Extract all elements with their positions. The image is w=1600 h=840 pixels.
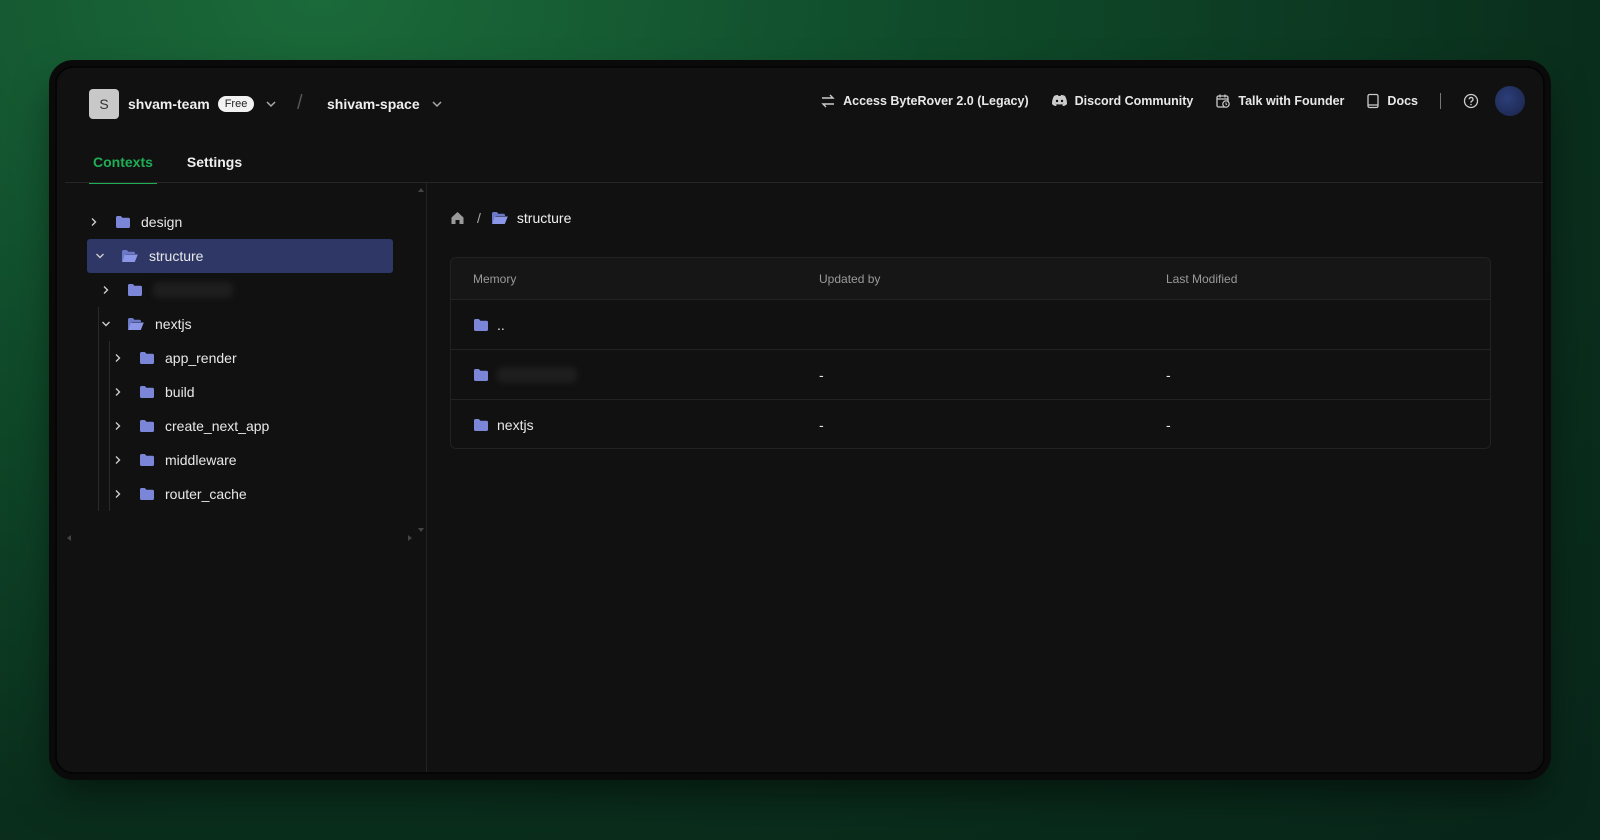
tree-item-app-render[interactable]: app_render [111,341,393,375]
cell-updated-by: - [819,366,824,383]
table-row-nextjs[interactable]: nextjs - - [451,400,1490,448]
scroll-right-icon[interactable] [407,534,413,542]
chevron-right-icon[interactable] [99,283,113,297]
chevron-right-icon[interactable] [111,419,125,433]
chevron-right-icon[interactable] [111,351,125,365]
calendar-clock-icon [1216,94,1231,108]
docs-label: Docs [1387,94,1418,108]
cell-last-modified: - [1166,366,1171,383]
tree-item-design[interactable]: design [87,205,393,239]
tree-item-router-cache[interactable]: router_cache [111,477,393,511]
tree-label: router_cache [165,486,247,502]
discord-link[interactable]: Discord Community [1051,94,1194,108]
tree-item-build[interactable]: build [111,375,393,409]
team-switcher[interactable]: S shvam-team Free [89,89,278,119]
folder-open-icon [127,317,145,331]
tree-label: middleware [165,452,237,468]
chevron-down-icon[interactable] [430,97,444,111]
context-tree: design structure nextjs app_render build… [65,183,427,772]
chevron-right-icon[interactable] [87,215,101,229]
chevron-down-icon[interactable] [99,317,113,331]
top-nav: Access ByteRover 2.0 (Legacy) Discord Co… [798,85,1525,117]
tree-label: app_render [165,350,237,366]
table-row-parent[interactable]: .. [451,300,1490,350]
tree-label: design [141,214,183,230]
folder-icon [127,283,143,297]
chevron-down-icon[interactable] [93,249,107,263]
folder-open-icon [491,211,509,225]
folder-icon [115,215,131,229]
scroll-up-icon[interactable] [417,187,425,193]
tree-item-create-next-app[interactable]: create_next_app [111,409,393,443]
breadcrumb-separator: / [477,210,481,226]
swap-icon [821,94,835,108]
row-name: nextjs [497,417,534,433]
chevron-right-icon[interactable] [111,385,125,399]
memory-table: Memory Updated by Last Modified .. - - n… [450,257,1491,449]
cell-updated-by: - [819,417,824,433]
row-name: .. [497,316,505,333]
book-icon [1367,93,1380,109]
tree-item-redacted[interactable] [99,273,393,307]
plan-badge: Free [217,96,255,112]
folder-icon [139,419,155,433]
folder-icon [139,487,155,501]
founder-link[interactable]: Talk with Founder [1215,93,1344,109]
team-avatar: S [89,89,119,119]
cell-last-modified: - [1166,417,1171,433]
tab-settings[interactable]: Settings [183,150,246,184]
scroll-down-icon[interactable] [417,527,425,533]
help-icon[interactable] [1463,93,1479,109]
redacted-name [153,282,233,298]
column-memory: Memory [473,271,517,286]
cell-memory [451,366,797,383]
cell-memory: .. [451,317,797,333]
folder-icon [473,368,489,382]
chevron-right-icon[interactable] [111,453,125,467]
tree-item-structure[interactable]: structure [87,239,393,273]
folder-icon [139,453,155,467]
home-icon[interactable] [450,211,465,225]
breadcrumb-current[interactable]: structure [517,210,571,226]
table-row-redacted[interactable]: - - [451,350,1490,400]
table-header: Memory Updated by Last Modified [451,258,1490,300]
tab-contexts[interactable]: Contexts [89,150,157,184]
team-space-divider: / [297,92,303,114]
tab-bar: Contexts Settings [89,150,272,184]
legacy-link[interactable]: Access ByteRover 2.0 (Legacy) [820,93,1029,109]
founder-label: Talk with Founder [1238,94,1345,108]
docs-link[interactable]: Docs [1366,93,1418,109]
user-avatar[interactable] [1495,86,1525,116]
folder-icon [139,385,155,399]
folder-icon [473,318,489,332]
team-name: shvam-team [128,96,210,112]
chevron-down-icon[interactable] [264,97,278,111]
column-last-modified: Last Modified [1166,271,1238,286]
tree-label: nextjs [155,316,192,332]
tree-label: build [165,384,195,400]
breadcrumb: / structure [450,210,571,226]
redacted-name [497,366,577,383]
space-switcher[interactable]: shivam-space [327,96,444,112]
app-window: S shvam-team Free / shivam-space Access … [55,66,1545,774]
column-updated-by: Updated by [819,271,881,286]
tree-label: structure [149,248,204,264]
tree-guide [109,341,110,511]
folder-icon [139,351,155,365]
tree-label: create_next_app [165,418,270,434]
chevron-right-icon[interactable] [111,487,125,501]
discord-label: Discord Community [1074,94,1194,108]
folder-open-icon [121,249,139,263]
tree-item-middleware[interactable]: middleware [111,443,393,477]
scroll-left-icon[interactable] [66,534,72,542]
legacy-label: Access ByteRover 2.0 (Legacy) [843,94,1029,108]
space-name: shivam-space [327,96,420,112]
folder-icon [473,418,489,432]
discord-icon [1051,95,1067,106]
top-bar: S shvam-team Free / shivam-space Access … [57,68,1543,138]
nav-divider [1440,93,1441,109]
main-panel: / structure Memory Updated by Last Modif… [442,183,1543,772]
cell-memory: nextjs [451,417,797,433]
tree-item-nextjs[interactable]: nextjs [99,307,393,341]
